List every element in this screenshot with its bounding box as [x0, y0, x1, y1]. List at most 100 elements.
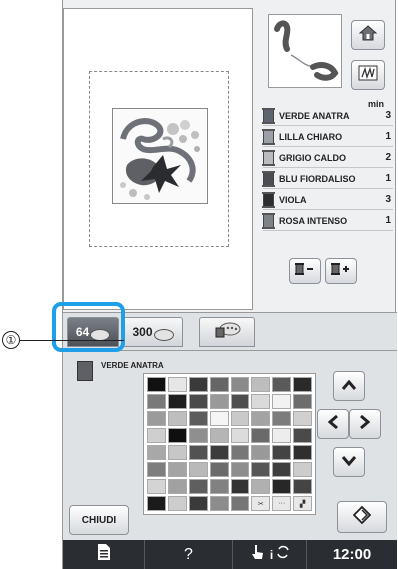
palette-color-swatch[interactable]: [147, 428, 166, 443]
palette-color-swatch[interactable]: [251, 411, 271, 426]
next-color-button[interactable]: [325, 258, 357, 284]
scroll-right-button[interactable]: [349, 409, 381, 439]
palette-color-swatch[interactable]: [293, 377, 312, 392]
info-icon: i: [269, 547, 274, 562]
color-list-item[interactable]: VERDE ANATRA 3: [262, 106, 393, 126]
palette-color-swatch[interactable]: [230, 411, 250, 426]
color-name: VERDE ANATRA: [279, 110, 350, 121]
palette-color-swatch[interactable]: [293, 411, 312, 426]
color-list-item[interactable]: VIOLA 3: [262, 190, 393, 210]
palette-color-swatch[interactable]: [272, 377, 292, 392]
palette-color-swatch[interactable]: [209, 394, 229, 409]
palette-color-swatch[interactable]: [188, 394, 208, 409]
palette-color-swatch[interactable]: [209, 377, 229, 392]
palette-color-swatch[interactable]: [188, 479, 208, 494]
palette-color-swatch[interactable]: [293, 462, 312, 477]
palette-color-swatch[interactable]: [188, 496, 208, 511]
home-icon: [358, 24, 378, 46]
home-button[interactable]: [351, 20, 385, 50]
palette-color-swatch[interactable]: [209, 462, 229, 477]
palette-color-swatch[interactable]: [188, 411, 208, 426]
color-list-item[interactable]: ROSA INTENSO 1: [262, 211, 393, 231]
applique-icon[interactable]: ▞: [293, 496, 312, 511]
palette-color-swatch[interactable]: [167, 428, 187, 443]
scissors-icon[interactable]: ✂: [251, 496, 271, 511]
color-minutes: 2: [385, 152, 391, 163]
palette-color-swatch[interactable]: [230, 445, 250, 460]
palette-color-swatch[interactable]: [209, 479, 229, 494]
design-thumbnail: [268, 14, 342, 88]
palette-color-swatch[interactable]: [167, 496, 187, 511]
palette-color-swatch[interactable]: [209, 411, 229, 426]
palette-color-swatch[interactable]: [251, 428, 271, 443]
palette-color-swatch[interactable]: [209, 496, 229, 511]
tab-user-colors[interactable]: [199, 317, 255, 347]
palette-color-swatch[interactable]: [209, 428, 229, 443]
view-mode-button[interactable]: [351, 60, 385, 90]
palette-color-swatch[interactable]: [293, 445, 312, 460]
palette-color-swatch[interactable]: [251, 445, 271, 460]
thread-spool-icon: [262, 107, 275, 124]
palette-color-swatch[interactable]: [167, 462, 187, 477]
thread-spool-icon: [262, 170, 275, 187]
palette-color-swatch[interactable]: [230, 394, 250, 409]
palette-color-swatch[interactable]: [272, 479, 292, 494]
palette-color-swatch[interactable]: [147, 377, 166, 392]
tab-300-highlight: [52, 302, 125, 352]
palette-color-swatch[interactable]: [147, 394, 166, 409]
palette-color-swatch[interactable]: [167, 479, 187, 494]
palette-color-swatch[interactable]: [147, 462, 166, 477]
palette-color-swatch[interactable]: [147, 411, 166, 426]
confirm-button[interactable]: [337, 501, 387, 533]
palette-color-swatch[interactable]: [230, 377, 250, 392]
palette-color-swatch[interactable]: [272, 394, 292, 409]
palette-color-swatch[interactable]: [251, 479, 271, 494]
palette-color-swatch[interactable]: [167, 394, 187, 409]
palette-color-swatch[interactable]: [230, 479, 250, 494]
thread-spool-icon: [262, 149, 275, 166]
spool-plus-icon: [331, 262, 351, 281]
palette-color-swatch[interactable]: [230, 496, 250, 511]
palette-color-swatch[interactable]: [251, 394, 271, 409]
tab-300-colors[interactable]: 300: [123, 317, 183, 347]
palette-color-swatch[interactable]: [251, 377, 271, 392]
color-list-item[interactable]: GRIGIO CALDO 2: [262, 148, 393, 168]
palette-color-swatch[interactable]: [272, 462, 292, 477]
palette-color-swatch[interactable]: [167, 445, 187, 460]
refresh-arrows-icon: [276, 545, 290, 564]
palette-color-swatch[interactable]: [147, 479, 166, 494]
palette-color-swatch[interactable]: [209, 445, 229, 460]
scroll-up-button[interactable]: [333, 371, 365, 401]
palette-color-swatch[interactable]: [272, 445, 292, 460]
device-screen: min VERDE ANATRA 3 LILLA CHIARO 1 GRIGIO…: [62, 0, 397, 569]
palette-color-swatch[interactable]: [230, 428, 250, 443]
settings-button[interactable]: i: [233, 540, 307, 569]
palette-color-swatch[interactable]: [188, 445, 208, 460]
palette-color-swatch[interactable]: [293, 428, 312, 443]
skip-stitch-icon[interactable]: ···: [272, 496, 292, 511]
palette-color-swatch[interactable]: [272, 428, 292, 443]
scroll-down-button[interactable]: [333, 447, 365, 477]
help-button[interactable]: ?: [145, 540, 233, 569]
color-list-item[interactable]: BLU FIORDALISO 1: [262, 169, 393, 189]
scroll-left-button[interactable]: [317, 409, 349, 439]
palette-color-swatch[interactable]: [188, 428, 208, 443]
hand-pointer-icon: [249, 543, 267, 566]
palette-color-swatch[interactable]: [230, 462, 250, 477]
palette-color-swatch[interactable]: [188, 462, 208, 477]
palette-color-swatch[interactable]: [293, 394, 312, 409]
color-list-item[interactable]: LILLA CHIARO 1: [262, 127, 393, 147]
palette-color-swatch[interactable]: [167, 411, 187, 426]
previous-color-button[interactable]: [289, 258, 321, 284]
palette-color-swatch[interactable]: [167, 377, 187, 392]
palette-color-swatch[interactable]: [188, 377, 208, 392]
palette-color-swatch[interactable]: [147, 445, 166, 460]
confirm-diamond-icon: [352, 505, 372, 529]
palette-color-swatch[interactable]: [147, 496, 166, 511]
palette-color-swatch[interactable]: [293, 479, 312, 494]
palette-color-swatch[interactable]: [251, 462, 271, 477]
palette-color-swatch[interactable]: [272, 411, 292, 426]
document-button[interactable]: [63, 540, 145, 569]
chevron-left-icon: [327, 414, 338, 434]
close-button[interactable]: CHIUDI: [69, 505, 129, 535]
